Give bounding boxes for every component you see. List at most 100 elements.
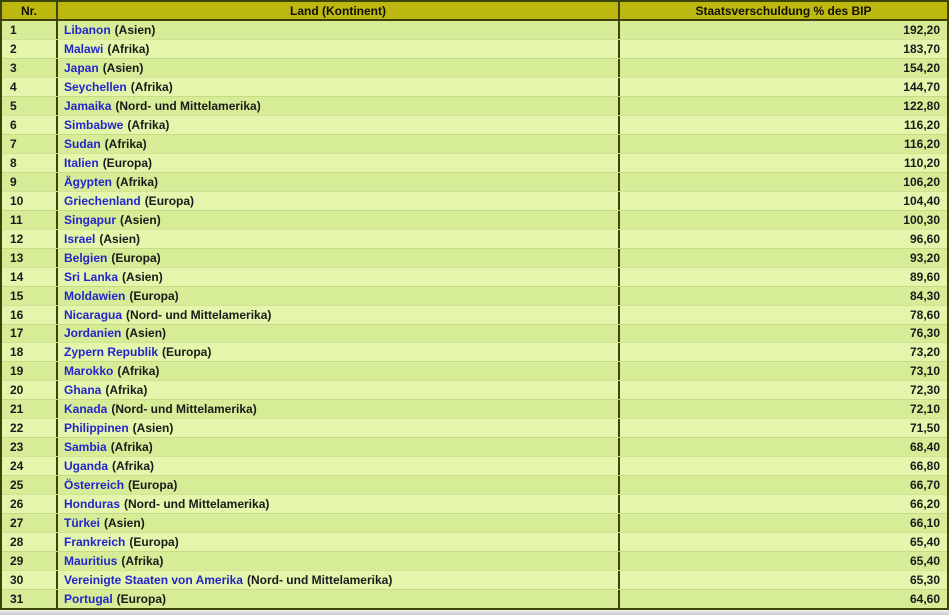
country-cell: Singapur (Asien) bbox=[56, 210, 618, 229]
country-cell: Uganda (Afrika) bbox=[56, 457, 618, 476]
country-link[interactable]: Sambia bbox=[64, 440, 107, 454]
country-link[interactable]: Marokko bbox=[64, 364, 113, 378]
country-link[interactable]: Kanada bbox=[64, 402, 107, 416]
country-cell: Sambia (Afrika) bbox=[56, 438, 618, 457]
country-link[interactable]: Zypern Republik bbox=[64, 345, 158, 359]
table-row: 28 Frankreich (Europa) 65,40 bbox=[2, 532, 947, 552]
country-link[interactable]: Moldawien bbox=[64, 289, 125, 303]
table-row: 21 Kanada (Nord- und Mittelamerika) 72,1… bbox=[2, 399, 947, 419]
continent-label: (Asien) bbox=[99, 231, 141, 246]
country-link[interactable]: Ghana bbox=[64, 383, 101, 397]
country-link[interactable]: Uganda bbox=[64, 459, 108, 473]
country-cell: Zypern Republik (Europa) bbox=[56, 343, 618, 362]
continent-label: (Asien) bbox=[120, 212, 161, 227]
row-number: 24 bbox=[10, 459, 24, 474]
continent-label: (Afrika) bbox=[116, 174, 159, 189]
row-number: 12 bbox=[10, 231, 24, 246]
country-cell: Österreich (Europa) bbox=[56, 476, 618, 495]
continent-label: (Europa) bbox=[129, 288, 179, 303]
country-link[interactable]: Österreich bbox=[64, 478, 124, 492]
row-number: 3 bbox=[10, 60, 17, 75]
row-number: 5 bbox=[10, 98, 17, 113]
continent-label: (Europa) bbox=[162, 345, 212, 360]
continent-label: (Europa) bbox=[102, 155, 153, 170]
debt-value: 84,30 bbox=[618, 286, 947, 305]
window-edge bbox=[0, 610, 949, 615]
continent-label: (Nord- und Mittelamerika) bbox=[111, 402, 257, 417]
country-link[interactable]: Jordanien bbox=[64, 326, 121, 340]
country-cell: Japan (Asien) bbox=[56, 58, 618, 77]
country-link[interactable]: Simbabwe bbox=[64, 118, 123, 132]
row-number: 30 bbox=[10, 573, 24, 588]
debt-value: 66,10 bbox=[618, 514, 947, 533]
row-number: 21 bbox=[10, 402, 24, 417]
country-cell: Israel (Asien) bbox=[56, 229, 618, 248]
country-link[interactable]: Nicaragua bbox=[64, 308, 122, 322]
country-link[interactable]: Mauritius bbox=[64, 554, 117, 568]
continent-label: (Afrika) bbox=[121, 554, 164, 569]
country-link[interactable]: Ägypten bbox=[64, 175, 112, 189]
country-cell: Sri Lanka (Asien) bbox=[56, 267, 618, 286]
table-row: 1 Libanon (Asien) 192,20 bbox=[2, 21, 947, 39]
country-link[interactable]: Malawi bbox=[64, 42, 103, 56]
country-cell: Portugal (Europa) bbox=[56, 590, 618, 609]
table-row: 15 Moldawien (Europa) 84,30 bbox=[2, 285, 947, 305]
row-number: 1 bbox=[10, 22, 17, 37]
row-number: 8 bbox=[10, 155, 17, 170]
country-link[interactable]: Griechenland bbox=[64, 194, 141, 208]
header-land: Land (Kontinent) bbox=[56, 2, 618, 19]
debt-value: 78,60 bbox=[618, 305, 947, 324]
continent-label: (Asien) bbox=[102, 60, 144, 75]
debt-value: 72,30 bbox=[618, 381, 947, 400]
country-link[interactable]: Honduras bbox=[64, 497, 120, 511]
country-cell: Kanada (Nord- und Mittelamerika) bbox=[56, 400, 618, 419]
debt-value: 66,20 bbox=[618, 495, 947, 514]
debt-value: 106,20 bbox=[618, 172, 947, 191]
table-row: 23 Sambia (Afrika) 68,40 bbox=[2, 437, 947, 457]
country-link[interactable]: Vereinigte Staaten von Amerika bbox=[64, 573, 243, 587]
country-link[interactable]: Sudan bbox=[64, 137, 101, 151]
country-cell: Griechenland (Europa) bbox=[56, 191, 618, 210]
row-number: 16 bbox=[10, 307, 24, 322]
debt-value: 65,30 bbox=[618, 571, 947, 590]
table-header-row: Nr. Land (Kontinent) Staatsverschuldung … bbox=[2, 2, 947, 21]
continent-label: (Asien) bbox=[132, 421, 174, 436]
country-link[interactable]: Italien bbox=[64, 156, 99, 170]
continent-label: (Europa) bbox=[144, 193, 195, 208]
country-link[interactable]: Japan bbox=[64, 61, 99, 75]
row-number: 28 bbox=[10, 535, 24, 550]
country-link[interactable]: Philippinen bbox=[64, 421, 129, 435]
debt-value: 65,40 bbox=[618, 533, 947, 552]
continent-label: (Asien) bbox=[104, 516, 145, 531]
country-cell: Jordanien (Asien) bbox=[56, 324, 618, 343]
table-row: 5 Jamaika (Nord- und Mittelamerika) 122,… bbox=[2, 95, 947, 115]
row-number: 23 bbox=[10, 440, 24, 455]
country-cell: Italien (Europa) bbox=[56, 153, 618, 172]
country-cell: Türkei (Asien) bbox=[56, 514, 618, 533]
row-number: 22 bbox=[10, 421, 24, 436]
country-link[interactable]: Portugal bbox=[64, 592, 113, 606]
debt-value: 76,30 bbox=[618, 324, 947, 343]
debt-value: 116,20 bbox=[618, 115, 947, 134]
country-link[interactable]: Belgien bbox=[64, 251, 107, 265]
country-link[interactable]: Frankreich bbox=[64, 535, 125, 549]
table-row: 31 Portugal (Europa) 64,60 bbox=[2, 589, 947, 609]
country-link[interactable]: Jamaika bbox=[64, 99, 111, 113]
continent-label: (Asien) bbox=[122, 269, 163, 284]
country-cell: Vereinigte Staaten von Amerika (Nord- un… bbox=[56, 571, 618, 590]
country-cell: Nicaragua (Nord- und Mittelamerika) bbox=[56, 305, 618, 324]
country-link[interactable]: Libanon bbox=[64, 23, 111, 37]
country-link[interactable]: Israel bbox=[64, 232, 95, 246]
country-link[interactable]: Sri Lanka bbox=[64, 270, 118, 284]
continent-label: (Afrika) bbox=[110, 440, 153, 455]
continent-label: (Europa) bbox=[116, 592, 167, 607]
debt-value: 96,60 bbox=[618, 229, 947, 248]
country-link[interactable]: Seychellen bbox=[64, 80, 127, 94]
row-number: 20 bbox=[10, 383, 24, 398]
table-row: 27 Türkei (Asien) 66,10 bbox=[2, 513, 947, 533]
debt-value: 122,80 bbox=[618, 96, 947, 115]
header-nr: Nr. bbox=[20, 3, 37, 18]
table-row: 10 Griechenland (Europa) 104,40 bbox=[2, 190, 947, 210]
country-link[interactable]: Singapur bbox=[64, 213, 116, 227]
country-link[interactable]: Türkei bbox=[64, 516, 100, 530]
